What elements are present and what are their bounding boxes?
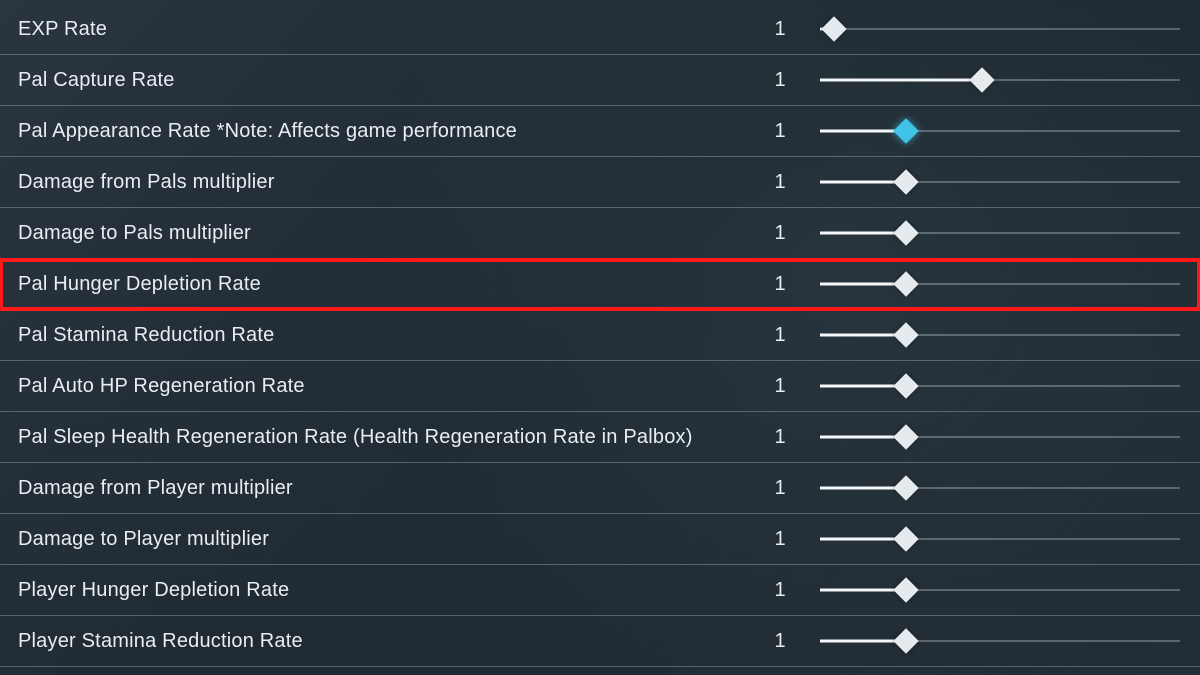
setting-slider[interactable] bbox=[820, 478, 1180, 498]
setting-slider[interactable] bbox=[820, 70, 1180, 90]
setting-slider[interactable] bbox=[820, 376, 1180, 396]
setting-slider[interactable] bbox=[820, 19, 1180, 39]
slider-thumb-diamond-icon[interactable] bbox=[894, 577, 919, 602]
setting-label: Player Hunger Depletion Rate bbox=[18, 579, 750, 602]
setting-label: Pal Capture Rate bbox=[18, 69, 750, 92]
setting-slider[interactable] bbox=[820, 325, 1180, 345]
setting-row[interactable]: Pal Appearance Rate *Note: Affects game … bbox=[0, 106, 1200, 157]
setting-label: Damage from Pals multiplier bbox=[18, 171, 750, 194]
setting-value: 1 bbox=[750, 324, 810, 347]
setting-row[interactable]: EXP Rate1 bbox=[0, 4, 1200, 55]
slider-thumb-diamond-icon[interactable] bbox=[894, 526, 919, 551]
setting-row[interactable]: Damage to Player multiplier1 bbox=[0, 514, 1200, 565]
slider-thumb-diamond-icon[interactable] bbox=[969, 67, 994, 92]
setting-label: Pal Appearance Rate *Note: Affects game … bbox=[18, 120, 750, 143]
setting-slider[interactable] bbox=[820, 172, 1180, 192]
setting-value: 1 bbox=[750, 69, 810, 92]
slider-thumb-diamond-icon[interactable] bbox=[894, 169, 919, 194]
setting-row[interactable]: Damage from Player multiplier1 bbox=[0, 463, 1200, 514]
setting-label: Damage to Pals multiplier bbox=[18, 222, 750, 245]
setting-slider[interactable] bbox=[820, 427, 1180, 447]
slider-thumb-diamond-icon[interactable] bbox=[822, 16, 847, 41]
setting-value: 1 bbox=[750, 528, 810, 551]
slider-thumb-diamond-icon[interactable] bbox=[894, 322, 919, 347]
setting-slider[interactable] bbox=[820, 631, 1180, 651]
setting-slider[interactable] bbox=[820, 223, 1180, 243]
setting-value: 1 bbox=[750, 222, 810, 245]
setting-row[interactable]: Pal Auto HP Regeneration Rate1 bbox=[0, 361, 1200, 412]
setting-row[interactable]: Pal Stamina Reduction Rate1 bbox=[0, 310, 1200, 361]
slider-thumb-diamond-icon[interactable] bbox=[894, 373, 919, 398]
settings-list: EXP Rate1Pal Capture Rate1Pal Appearance… bbox=[0, 0, 1200, 667]
setting-label: Damage from Player multiplier bbox=[18, 477, 750, 500]
setting-row[interactable]: Pal Capture Rate1 bbox=[0, 55, 1200, 106]
slider-thumb-diamond-icon[interactable] bbox=[894, 271, 919, 296]
slider-thumb-diamond-icon[interactable] bbox=[894, 475, 919, 500]
setting-value: 1 bbox=[750, 579, 810, 602]
setting-value: 1 bbox=[750, 630, 810, 653]
setting-row[interactable]: Player Stamina Reduction Rate1 bbox=[0, 616, 1200, 667]
slider-thumb-diamond-icon[interactable] bbox=[894, 628, 919, 653]
setting-label: Pal Hunger Depletion Rate bbox=[18, 273, 750, 296]
setting-value: 1 bbox=[750, 18, 810, 41]
setting-label: Pal Auto HP Regeneration Rate bbox=[18, 375, 750, 398]
setting-value: 1 bbox=[750, 477, 810, 500]
slider-thumb-diamond-icon[interactable] bbox=[894, 220, 919, 245]
setting-value: 1 bbox=[750, 375, 810, 398]
setting-label: Pal Sleep Health Regeneration Rate (Heal… bbox=[18, 426, 750, 449]
setting-row[interactable]: Damage from Pals multiplier1 bbox=[0, 157, 1200, 208]
setting-label: Player Stamina Reduction Rate bbox=[18, 630, 750, 653]
slider-track bbox=[820, 28, 1180, 30]
setting-value: 1 bbox=[750, 171, 810, 194]
setting-row[interactable]: Player Hunger Depletion Rate1 bbox=[0, 565, 1200, 616]
setting-row[interactable]: Pal Sleep Health Regeneration Rate (Heal… bbox=[0, 412, 1200, 463]
setting-value: 1 bbox=[750, 120, 810, 143]
setting-value: 1 bbox=[750, 426, 810, 449]
setting-slider[interactable] bbox=[820, 529, 1180, 549]
slider-thumb-diamond-icon[interactable] bbox=[894, 118, 919, 143]
slider-fill bbox=[820, 79, 982, 82]
setting-label: EXP Rate bbox=[18, 18, 750, 41]
setting-label: Damage to Player multiplier bbox=[18, 528, 750, 551]
setting-label: Pal Stamina Reduction Rate bbox=[18, 324, 750, 347]
setting-value: 1 bbox=[750, 273, 810, 296]
slider-thumb-diamond-icon[interactable] bbox=[894, 424, 919, 449]
setting-row[interactable]: Pal Hunger Depletion Rate1 bbox=[0, 259, 1200, 310]
setting-slider[interactable] bbox=[820, 580, 1180, 600]
setting-slider[interactable] bbox=[820, 121, 1180, 141]
setting-row[interactable]: Damage to Pals multiplier1 bbox=[0, 208, 1200, 259]
setting-slider[interactable] bbox=[820, 274, 1180, 294]
